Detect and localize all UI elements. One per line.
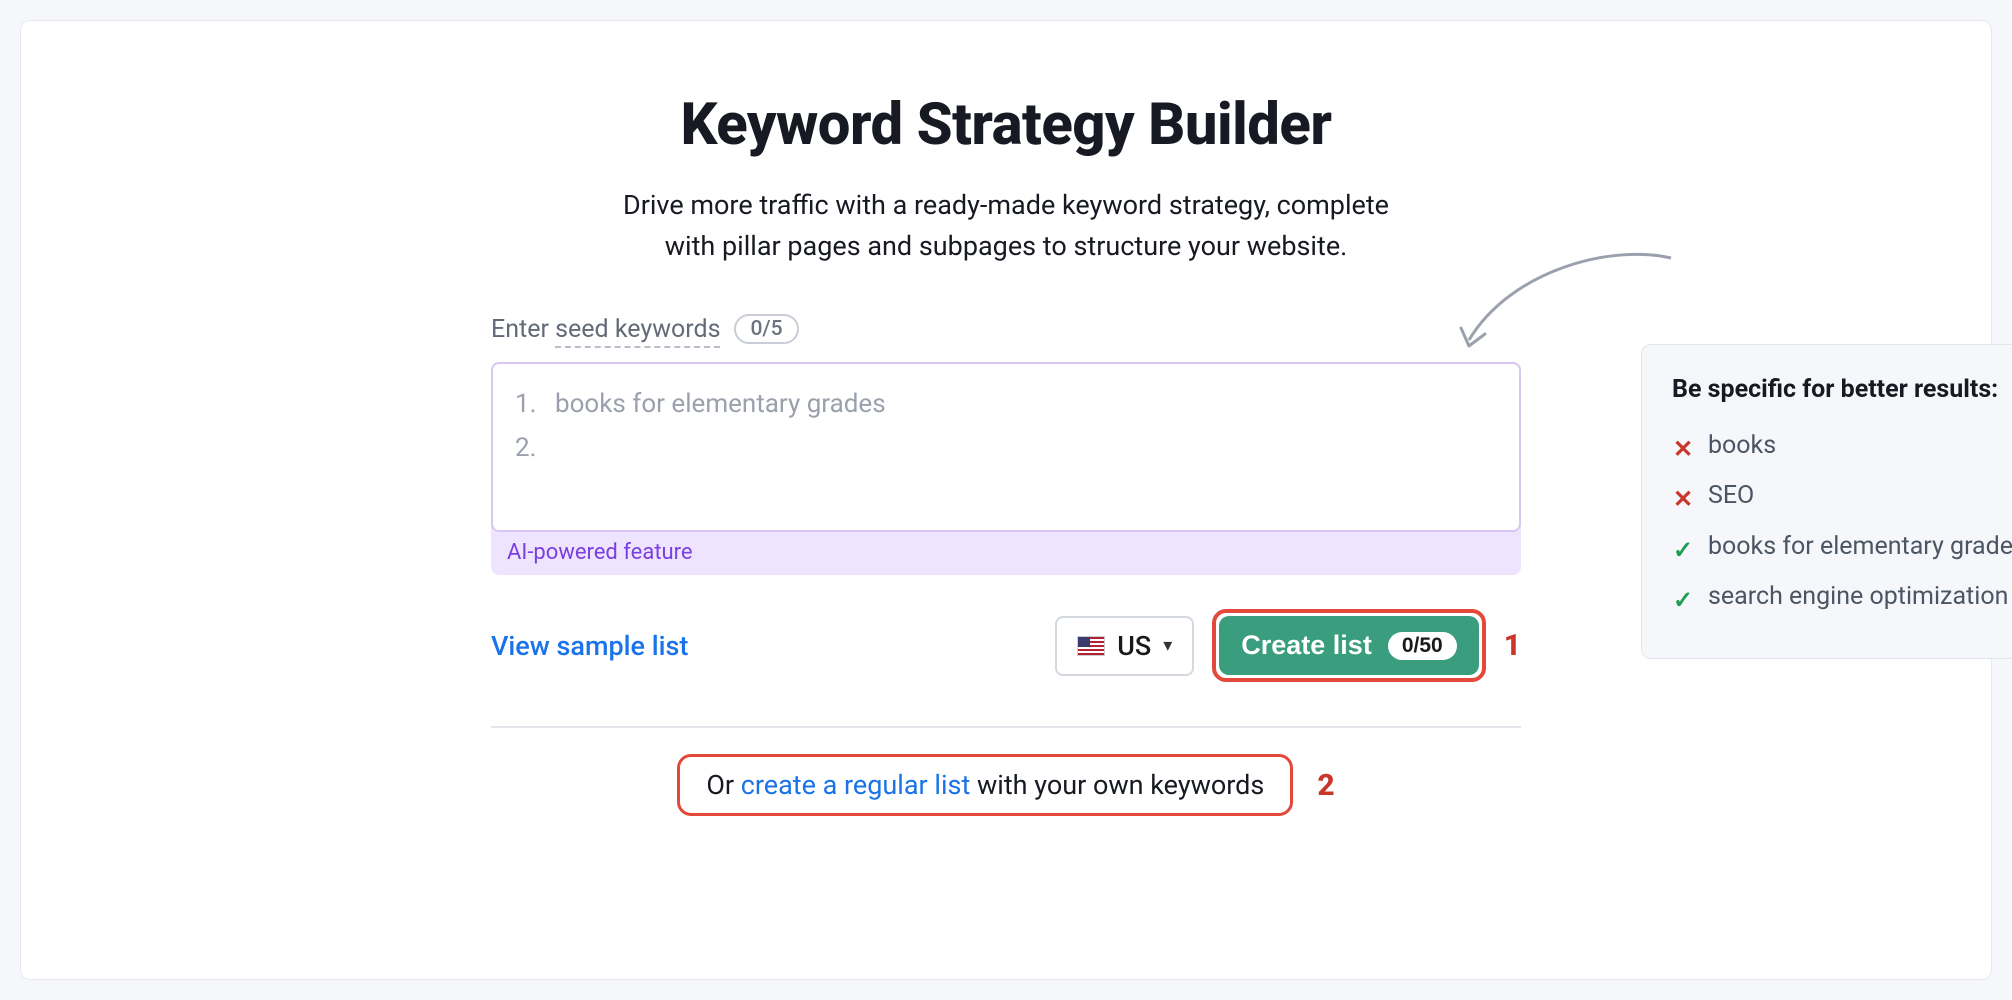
seed-label: Enter seed keywords xyxy=(491,315,720,344)
page-subtitle: Drive more traffic with a ready-made key… xyxy=(21,185,1991,266)
page-title: Keyword Strategy Builder xyxy=(21,91,1991,159)
alt-suffix: with your own keywords xyxy=(970,769,1264,801)
tips-good-0: books for elementary grades xyxy=(1708,530,2012,566)
seed-line-1-placeholder: books for elementary grades xyxy=(555,382,886,426)
create-list-highlight: Create list 0/50 xyxy=(1212,609,1485,682)
tips-good-item: ✓ search engine optimization xyxy=(1672,580,2012,616)
create-regular-list-link[interactable]: create a regular list xyxy=(741,769,971,801)
main-card: Keyword Strategy Builder Drive more traf… xyxy=(20,20,1992,980)
seed-label-prefix: Enter xyxy=(491,315,555,344)
tips-list: ✕ books ✕ SEO ✓ books for elementary grades… xyxy=(1672,429,2012,617)
view-sample-list-link[interactable]: View sample list xyxy=(491,630,688,662)
subtitle-line-1: Drive more traffic with a ready-made key… xyxy=(623,189,1389,221)
country-select[interactable]: US ▾ xyxy=(1055,616,1194,676)
seed-label-dotted: seed keywords xyxy=(555,315,720,348)
seed-input-block: 1. books for elementary grades 2. AI-pow… xyxy=(491,362,1521,575)
seed-line-1: 1. books for elementary grades xyxy=(515,382,1497,426)
seed-line-1-num: 1. xyxy=(515,382,537,426)
callout-number-2: 2 xyxy=(1317,768,1334,803)
seed-line-2: 2. xyxy=(515,426,1497,470)
tips-bad-item: ✕ books xyxy=(1672,429,2012,465)
seed-keywords-input[interactable]: 1. books for elementary grades 2. xyxy=(491,362,1521,532)
alt-prefix: Or xyxy=(706,769,740,801)
seed-label-row: Enter seed keywords 0/5 xyxy=(491,314,1521,344)
tips-good-item: ✓ books for elementary grades xyxy=(1672,530,2012,566)
tips-panel: Be specific for better results: ✕ books ✕… xyxy=(1641,344,2012,659)
alt-row: Or create a regular list with your own k… xyxy=(491,754,1521,816)
check-icon: ✓ xyxy=(1672,530,1694,566)
actions-row: View sample list US ▾ Create list 0/50 1 xyxy=(491,609,1521,682)
callout-number-1: 1 xyxy=(1504,628,1521,663)
alt-option-highlight: Or create a regular list with your own k… xyxy=(677,754,1293,816)
seed-line-2-num: 2. xyxy=(515,426,537,470)
guide-arrow-icon xyxy=(1451,250,1681,360)
x-icon: ✕ xyxy=(1672,479,1694,515)
tips-good-1: search engine optimization xyxy=(1708,580,2008,616)
chevron-down-icon: ▾ xyxy=(1163,635,1172,656)
form-wrap: Enter seed keywords 0/5 1. books for ele… xyxy=(491,314,1521,816)
create-list-button[interactable]: Create list 0/50 xyxy=(1219,616,1478,675)
tips-bad-1: SEO xyxy=(1708,479,1754,515)
us-flag-icon xyxy=(1077,636,1105,656)
seed-count-pill: 0/5 xyxy=(734,314,798,344)
divider xyxy=(491,726,1521,728)
tips-bad-item: ✕ SEO xyxy=(1672,479,2012,515)
x-icon: ✕ xyxy=(1672,429,1694,465)
create-list-count: 0/50 xyxy=(1388,632,1457,660)
check-icon: ✓ xyxy=(1672,580,1694,616)
subtitle-line-2: with pillar pages and subpages to struct… xyxy=(665,230,1348,262)
country-label: US xyxy=(1117,630,1151,662)
tips-bad-0: books xyxy=(1708,429,1776,465)
ai-feature-label: AI-powered feature xyxy=(491,532,1521,565)
tips-title: Be specific for better results: xyxy=(1672,373,2012,407)
create-list-label: Create list xyxy=(1241,630,1372,661)
